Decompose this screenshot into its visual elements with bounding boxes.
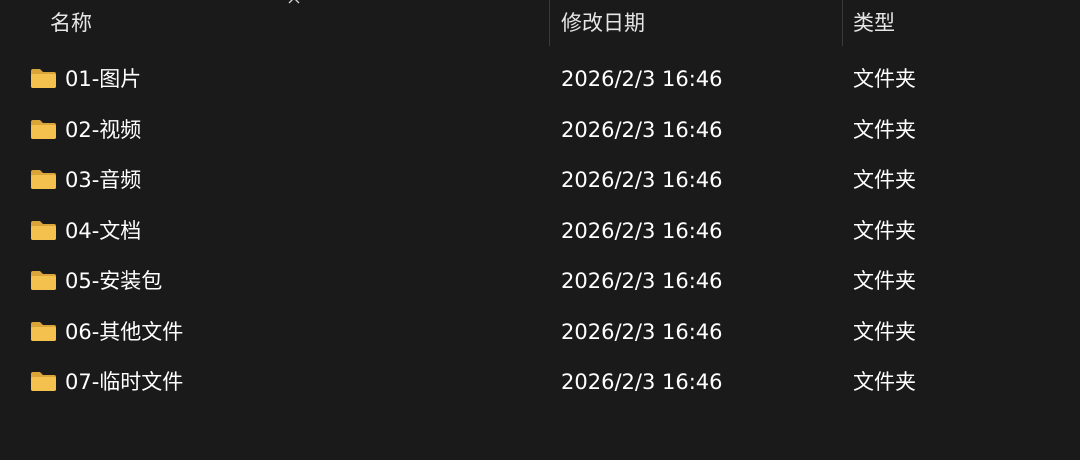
file-name: 06-其他文件 xyxy=(65,319,184,344)
file-modified: 2026/2/3 16:46 xyxy=(561,370,723,394)
column-header-bar: 名称 修改日期 类型 xyxy=(0,0,1080,46)
file-row[interactable]: 05-安装包 2026/2/3 16:46 文件夹 xyxy=(0,256,1080,307)
file-modified: 2026/2/3 16:46 xyxy=(561,269,723,293)
column-divider[interactable] xyxy=(842,0,843,46)
folder-icon xyxy=(31,69,56,88)
column-header-modified[interactable]: 修改日期 xyxy=(561,0,831,46)
file-name: 05-安装包 xyxy=(65,269,163,293)
folder-icon xyxy=(31,372,56,391)
file-row[interactable]: 01-图片 2026/2/3 16:46 文件夹 xyxy=(0,54,1080,105)
folder-icon xyxy=(31,321,56,341)
folder-icon xyxy=(31,220,56,240)
file-name: 07-临时文件 xyxy=(65,370,184,394)
file-modified: 2026/2/3 16:46 xyxy=(561,67,723,91)
folder-icon xyxy=(31,119,56,139)
file-row[interactable]: 07-临时文件 2026/2/3 16:46 文件夹 xyxy=(0,357,1080,408)
file-row[interactable]: 04-文档 2026/2/3 16:46 文件夹 xyxy=(0,206,1080,257)
file-name: 03-音频 xyxy=(65,168,142,192)
folder-icon xyxy=(31,170,56,189)
folder-icon xyxy=(31,271,56,290)
file-row[interactable]: 03-音频 2026/2/3 16:46 文件夹 xyxy=(0,155,1080,206)
file-type: 文件夹 xyxy=(853,218,916,243)
file-modified: 2026/2/3 16:46 xyxy=(561,168,723,192)
file-name: 04-文档 xyxy=(65,218,142,243)
file-modified: 2026/2/3 16:46 xyxy=(561,117,723,142)
file-type: 文件夹 xyxy=(853,117,916,142)
file-type: 文件夹 xyxy=(853,370,916,394)
column-divider[interactable] xyxy=(549,0,550,46)
file-type: 文件夹 xyxy=(853,319,916,344)
file-name: 01-图片 xyxy=(65,67,142,91)
file-modified: 2026/2/3 16:46 xyxy=(561,218,723,243)
column-header-name[interactable]: 名称 xyxy=(50,0,490,46)
file-type: 文件夹 xyxy=(853,168,916,192)
file-row[interactable]: 02-视频 2026/2/3 16:46 文件夹 xyxy=(0,105,1080,156)
file-type: 文件夹 xyxy=(853,67,916,91)
file-modified: 2026/2/3 16:46 xyxy=(561,319,723,344)
column-header-type[interactable]: 类型 xyxy=(853,0,1073,46)
file-list: 01-图片 2026/2/3 16:46 文件夹 02-视频 2026/2/3 … xyxy=(0,54,1080,408)
file-row[interactable]: 06-其他文件 2026/2/3 16:46 文件夹 xyxy=(0,307,1080,358)
file-name: 02-视频 xyxy=(65,117,142,142)
file-type: 文件夹 xyxy=(853,269,916,293)
